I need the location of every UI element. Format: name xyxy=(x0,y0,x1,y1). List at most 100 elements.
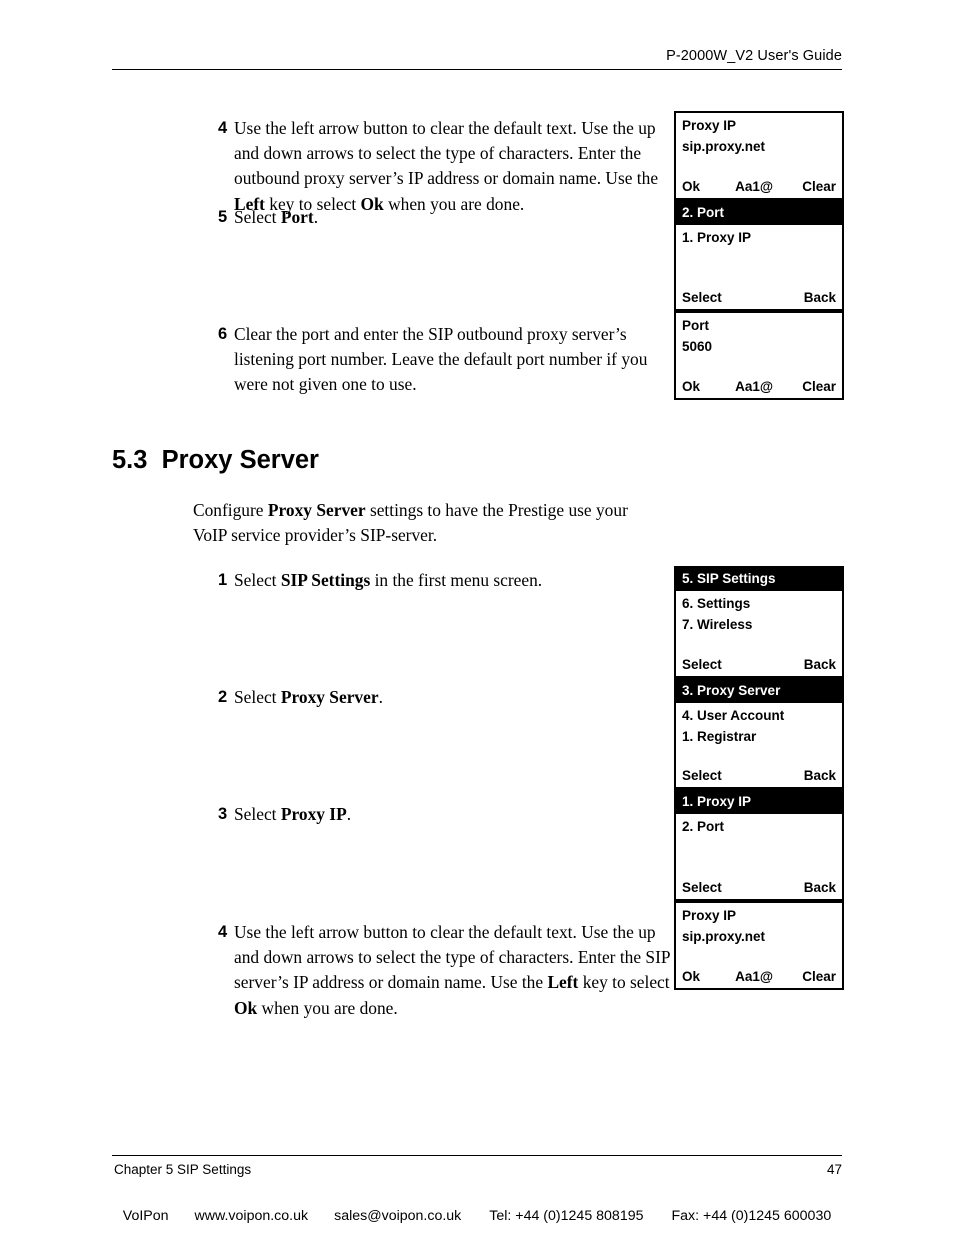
step-1-bottom: 1 Select SIP Settings in the first menu … xyxy=(218,568,668,593)
step-text: Select Proxy Server. xyxy=(234,685,383,710)
lcd-body: 6. Settings 7. Wireless xyxy=(676,590,842,657)
plain-text: Select xyxy=(234,207,281,227)
lcd-line[interactable]: Port xyxy=(682,316,836,337)
lcd-line[interactable]: 4. User Account xyxy=(682,706,836,727)
lcd-body: 1. Proxy IP xyxy=(676,224,842,291)
lcd-softkey-right[interactable]: Clear xyxy=(802,379,836,394)
lcd-body: Port 5060 xyxy=(676,313,842,380)
lcd-softkey-right[interactable]: Back xyxy=(804,657,836,672)
lcd-line-blank xyxy=(682,270,836,291)
lcd-screen: 5. SIP Settings 6. Settings 7. Wireless Se… xyxy=(676,568,842,676)
lcd-softkey-left[interactable]: Select xyxy=(682,290,722,305)
step-text: Select Proxy IP. xyxy=(234,802,351,827)
lcd-selected-menu-item[interactable]: 5. SIP Settings xyxy=(676,568,842,591)
lcd-line[interactable]: sip.proxy.net xyxy=(682,927,836,948)
lcd-line[interactable]: 1. Proxy IP xyxy=(682,228,836,249)
lcd-softkey-bar: Select Back xyxy=(676,768,842,788)
lcd-softkey-left[interactable]: Select xyxy=(682,657,722,672)
lcd-body: Proxy IP sip.proxy.net xyxy=(676,903,842,969)
lcd-line-blank xyxy=(682,859,836,880)
lcd-softkey-middle xyxy=(764,290,768,305)
step-6-top: 6 Clear the port and enter the SIP outbo… xyxy=(218,322,668,398)
lcd-softkey-left[interactable]: Select xyxy=(682,880,722,895)
step-number: 4 xyxy=(218,923,228,941)
step-number: 2 xyxy=(218,688,228,706)
plain-text: Select xyxy=(234,570,281,590)
plain-text: Select xyxy=(234,804,281,824)
step-text: Use the left arrow button to clear the d… xyxy=(234,920,673,1021)
emphasis-text: Proxy IP xyxy=(280,804,347,824)
voipon-contact-bar: VoIPon www.voipon.co.uk sales@voipon.co.… xyxy=(0,1208,954,1224)
lcd-selected-menu-item[interactable]: 3. Proxy Server xyxy=(676,679,842,703)
emphasis-text: Port xyxy=(280,207,314,227)
voipon-telephone: Tel: +44 (0)1245 808195 xyxy=(489,1208,644,1224)
lcd-line[interactable]: 6. Settings xyxy=(682,594,836,615)
lcd-softkey-middle[interactable]: Aa1@ xyxy=(735,969,773,984)
plain-text: . xyxy=(346,804,352,824)
emphasis-text: Left xyxy=(547,972,579,993)
lcd-softkey-bar: Select Back xyxy=(676,880,842,900)
emphasis-text: SIP Settings xyxy=(280,570,371,590)
step-number: 6 xyxy=(218,325,228,343)
step-text: Select SIP Settings in the first menu sc… xyxy=(234,568,542,593)
lcd-screen: Proxy IP sip.proxy.net Ok Aa1@ Clear xyxy=(676,113,842,198)
step-3-bottom: 3 Select Proxy IP. xyxy=(218,802,668,827)
lcd-line[interactable]: 1. Registrar xyxy=(682,727,836,748)
lcd-softkey-left[interactable]: Ok xyxy=(682,179,700,194)
footer-divider xyxy=(112,1155,842,1156)
lcd-selected-menu-item[interactable]: 2. Port xyxy=(676,201,842,225)
step-text: Clear the port and enter the SIP outboun… xyxy=(234,322,668,398)
lcd-softkey-right[interactable]: Back xyxy=(804,880,836,895)
lcd-softkey-right[interactable]: Back xyxy=(804,290,836,305)
plain-text: . xyxy=(313,207,319,227)
lcd-softkey-middle xyxy=(764,657,768,672)
lcd-softkey-middle[interactable]: Aa1@ xyxy=(735,179,773,194)
emphasis-text: Proxy Server xyxy=(280,687,379,707)
lcd-line-blank xyxy=(682,747,836,768)
lcd-screen-group-top: Proxy IP sip.proxy.net Ok Aa1@ Clear 2. Port… xyxy=(674,111,844,401)
plain-text: Configure xyxy=(193,500,268,520)
lcd-screen: 3. Proxy Server 4. User Account 1. Registr… xyxy=(676,679,842,788)
step-5-top: 5 Select Port. xyxy=(218,205,668,230)
emphasis-text: Ok xyxy=(234,997,258,1018)
lcd-line[interactable]: 5060 xyxy=(682,337,836,358)
page-content: 4 Use the left arrow button to clear the… xyxy=(0,0,954,1235)
step-number: 3 xyxy=(218,805,228,823)
plain-text: in the first menu screen. xyxy=(370,570,543,590)
lcd-softkey-bar: Ok Aa1@ Clear xyxy=(676,379,842,399)
section-intro-paragraph: Configure Proxy Server settings to have … xyxy=(193,498,643,548)
lcd-softkey-right[interactable]: Back xyxy=(804,768,836,783)
plain-text: Use the left arrow button to clear the d… xyxy=(234,118,659,189)
lcd-screen: Port 5060 Ok Aa1@ Clear xyxy=(676,313,842,399)
lcd-line[interactable]: 7. Wireless xyxy=(682,615,836,636)
lcd-softkey-bar: Ok Aa1@ Clear xyxy=(676,968,842,988)
lcd-softkey-left[interactable]: Select xyxy=(682,768,722,783)
lcd-line-blank xyxy=(682,249,836,270)
lcd-screen: 2. Port 1. Proxy IP Select Back xyxy=(676,201,842,310)
emphasis-text: Proxy Server xyxy=(267,500,366,520)
lcd-line-blank xyxy=(682,358,836,379)
step-text: Select Port. xyxy=(234,205,318,230)
lcd-line[interactable]: Proxy IP xyxy=(682,116,836,137)
lcd-body: 4. User Account 1. Registrar xyxy=(676,702,842,769)
lcd-line[interactable]: Proxy IP xyxy=(682,906,836,927)
lcd-selected-menu-item[interactable]: 1. Proxy IP xyxy=(676,791,842,815)
lcd-softkey-right[interactable]: Clear xyxy=(802,179,836,194)
lcd-softkey-left[interactable]: Ok xyxy=(682,379,700,394)
lcd-line[interactable]: 2. Port xyxy=(682,817,836,838)
plain-text: Select xyxy=(234,687,281,707)
voipon-email[interactable]: sales@voipon.co.uk xyxy=(334,1208,461,1224)
plain-text: Clear the port and enter the SIP outboun… xyxy=(234,324,648,395)
lcd-softkey-middle xyxy=(764,880,768,895)
lcd-softkey-right[interactable]: Clear xyxy=(802,969,836,984)
lcd-softkey-middle[interactable]: Aa1@ xyxy=(735,379,773,394)
voipon-brand: VoIPon xyxy=(122,1208,169,1224)
step-number: 1 xyxy=(218,571,228,589)
step-2-bottom: 2 Select Proxy Server. xyxy=(218,685,668,710)
lcd-line[interactable]: sip.proxy.net xyxy=(682,137,836,158)
step-number: 4 xyxy=(218,119,228,137)
step-text: Use the left arrow button to clear the d… xyxy=(234,116,668,217)
voipon-website[interactable]: www.voipon.co.uk xyxy=(195,1208,309,1224)
lcd-softkey-bar: Select Back xyxy=(676,656,842,676)
lcd-softkey-left[interactable]: Ok xyxy=(682,969,700,984)
